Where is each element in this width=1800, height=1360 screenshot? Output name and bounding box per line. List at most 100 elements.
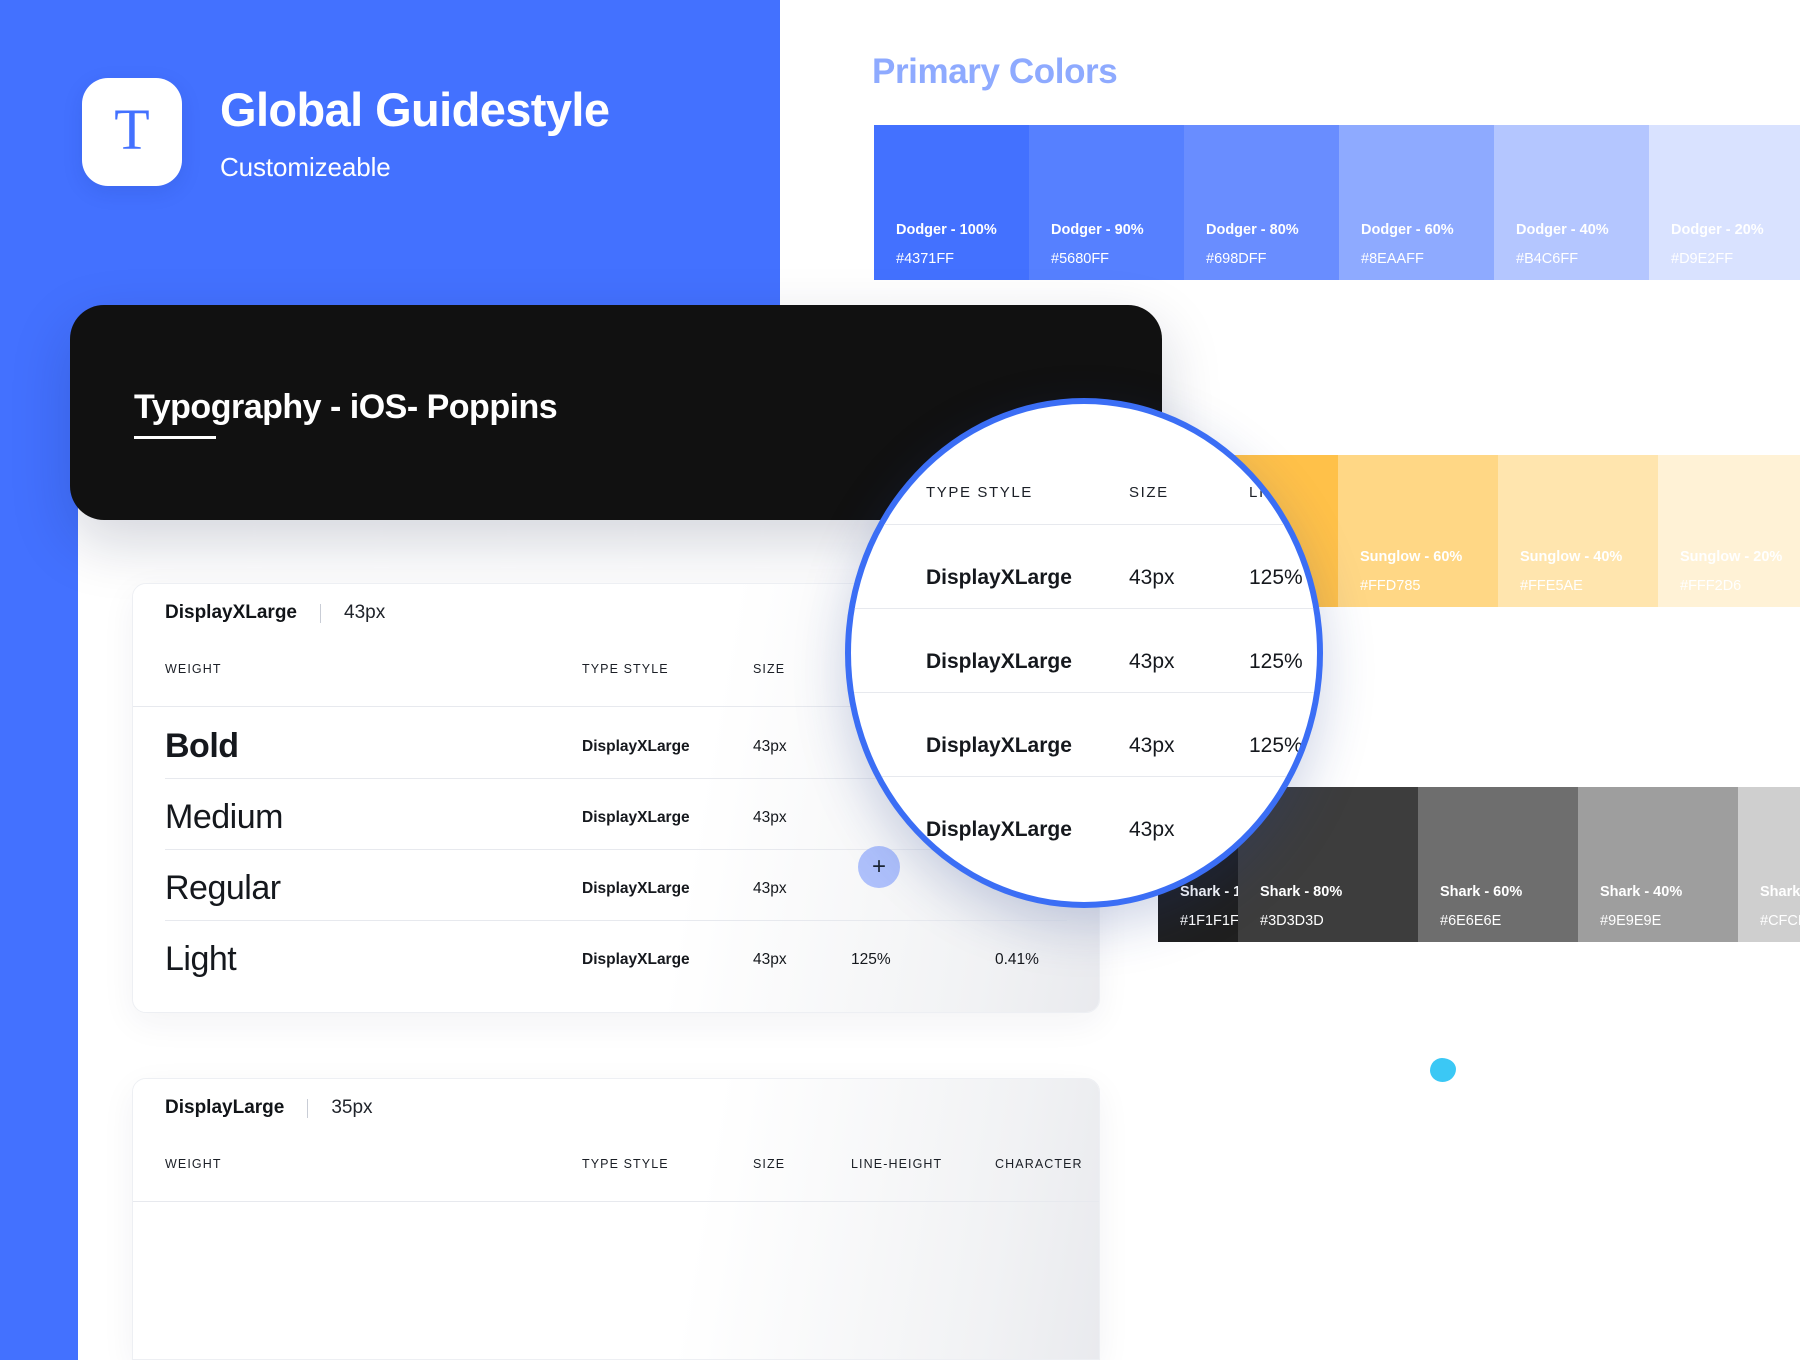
primary-color-swatch-label: Dodger - 40% [1516,222,1609,238]
secondary-color-swatch-label: Sunglow - 20% [1680,549,1783,565]
neutral-color-swatch[interactable]: Shark - 40% #9E9E9E [1578,787,1738,942]
primary-color-swatch[interactable]: Dodger - 60% #8EAAFF [1339,125,1494,280]
lens-cell-size: 43px [1129,818,1175,841]
primary-color-swatch-hex: #8EAAFF [1361,251,1424,267]
typography-section-title: Typography - iOS- Poppins [134,388,558,426]
neutral-color-swatch-label: Shark - 60% [1440,884,1523,900]
primary-color-swatch-row: Dodger - 100% #4371FF Dodger - 90% #5680FF D… [874,125,1800,280]
column-header-line-height-2: LINE-HEIGHT [851,1157,943,1171]
column-header-weight: WEIGHT [165,662,222,676]
secondary-color-swatch-label: Sunglow - 60% [1360,549,1463,565]
neutral-color-swatch-label: Shark - 40% [1600,884,1683,900]
page-subtitle: Customizeable [220,151,391,182]
column-header-size-2: SIZE [753,1157,786,1171]
cell-weight: Medium [165,798,283,836]
primary-color-swatch-label: Dodger - 60% [1361,222,1454,238]
primary-color-swatch-hex: #4371FF [896,251,955,267]
secondary-color-swatch-hex: #FFE5AE [1520,578,1583,594]
typography-app-icon: T [82,78,182,186]
cell-character: 0.41% [995,951,1039,968]
primary-colors-heading: Primary Colors [872,52,1118,91]
neutral-color-swatch-hex: #1F1F1F [1180,913,1239,929]
table-row[interactable]: Light DisplayXLarge 43px 125% 0.41% [133,920,1099,991]
card-gradient-overlay-2 [133,1079,1099,1359]
neutral-color-swatch-label: Shark - 20% [1760,884,1800,900]
column-header-character-2: CHARACTER [995,1157,1083,1171]
app-icon-glyph: T [114,97,150,162]
table-style-name-2: DisplayLarge [165,1097,285,1118]
lens-cell-size: 43px [1129,650,1175,673]
accent-dot [1430,1058,1456,1082]
lens-cell-type-style: DisplayXLarge [926,650,1072,673]
column-header-type-style: TYPE STYLE [582,662,669,676]
lens-cell-size: 43px [1129,734,1175,757]
table-style-name: DisplayXLarge [165,602,297,623]
typography-table-card-displaylarge: DisplayLarge 35px WEIGHT TYPE STYLE SIZE… [132,1078,1100,1360]
cell-size: 43px [753,738,787,755]
column-header-weight-2: WEIGHT [165,1157,222,1171]
lens-cell-line-height: 125% [1249,650,1303,673]
lens-row-divider [851,692,1317,693]
secondary-color-swatch-hex: #FFF2D6 [1680,578,1742,594]
cell-weight: Bold [165,727,239,765]
secondary-color-swatch[interactable]: Sunglow - 40% #FFE5AE [1498,455,1658,607]
lens-cell-line-height: 125% [1249,734,1303,757]
header-divider [320,603,321,623]
primary-color-swatch[interactable]: Dodger - 100% #4371FF [874,125,1029,280]
column-header-size: SIZE [753,662,786,676]
neutral-color-swatch-hex: #6E6E6E [1440,913,1502,929]
cell-weight: Regular [165,869,281,907]
primary-color-swatch-label: Dodger - 90% [1051,222,1144,238]
cell-size: 43px [753,809,787,826]
neutral-color-swatch[interactable]: Shark - 60% #6E6E6E [1418,787,1578,942]
lens-column-header-size: SIZE [1129,484,1169,501]
cell-size: 43px [753,951,787,968]
primary-color-swatch-label: Dodger - 100% [896,222,997,238]
primary-color-swatch-label: Dodger - 80% [1206,222,1299,238]
primary-color-swatch-hex: #B4C6FF [1516,251,1579,267]
lens-column-header-line-height: LIN [1249,484,1278,501]
primary-color-swatch[interactable]: Dodger - 80% #698DFF [1184,125,1339,280]
cell-type-style: DisplayXLarge [582,880,690,897]
lens-row-divider [851,524,1317,525]
primary-color-swatch-hex: #698DFF [1206,251,1267,267]
secondary-color-swatch[interactable]: Sunglow - 20% #FFF2D6 [1658,455,1800,607]
lens-row-divider [851,608,1317,609]
table-style-size: 43px [344,602,386,623]
page-root: T Global Guidestyle Customizeable Primar… [0,0,1800,1360]
primary-color-swatch-hex: #5680FF [1051,251,1110,267]
neutral-color-swatch-hex: #CFCFCF [1760,913,1800,929]
primary-color-swatch-hex: #D9E2FF [1671,251,1734,267]
secondary-color-swatch-hex: #FFD785 [1360,578,1421,594]
left-blue-rail [0,350,78,1360]
table-card-header: DisplayXLarge 43px [165,602,385,624]
lens-cell-type-style: DisplayXLarge [926,734,1072,757]
lens-row-divider [851,776,1317,777]
cell-type-style: DisplayXLarge [582,809,690,826]
secondary-color-swatch-label: Sunglow - 40% [1520,549,1623,565]
neutral-color-swatch[interactable]: Shark - 20% #CFCFCF [1738,787,1800,942]
primary-color-swatch[interactable]: Dodger - 40% #B4C6FF [1494,125,1649,280]
magnifier-content: TYPE STYLE SIZE LIN DisplayXLarge 43px 125… [851,404,1317,902]
primary-color-swatch[interactable]: Dodger - 20% #D9E2FF [1649,125,1800,280]
primary-color-swatch[interactable]: Dodger - 90% #5680FF [1029,125,1184,280]
brand-header: T Global Guidestyle Customizeable [82,78,610,186]
cell-size: 43px [753,880,787,897]
header-divider-2 [307,1098,309,1118]
neutral-color-swatch-hex: #9E9E9E [1600,913,1662,929]
table-style-size-2: 35px [331,1097,373,1118]
typography-title-underline [134,436,216,439]
cell-weight: Light [165,940,237,978]
primary-color-swatch-label: Dodger - 20% [1671,222,1764,238]
secondary-color-swatch[interactable]: Sunglow - 60% #FFD785 [1338,455,1498,607]
magnifier-lens[interactable]: TYPE STYLE SIZE LIN DisplayXLarge 43px 125… [845,398,1323,908]
page-title: Global Guidestyle [220,83,610,136]
lens-column-header-type-style: TYPE STYLE [926,484,1033,501]
neutral-color-swatch-hex: #3D3D3D [1260,913,1324,929]
cell-line-height: 125% [851,951,891,968]
table-card-header-2: DisplayLarge 35px [165,1097,373,1119]
column-header-type-style-2: TYPE STYLE [582,1157,669,1171]
lens-cell-line-height: 125% [1249,566,1303,589]
cell-type-style: DisplayXLarge [582,738,690,755]
cell-type-style: DisplayXLarge [582,951,690,968]
